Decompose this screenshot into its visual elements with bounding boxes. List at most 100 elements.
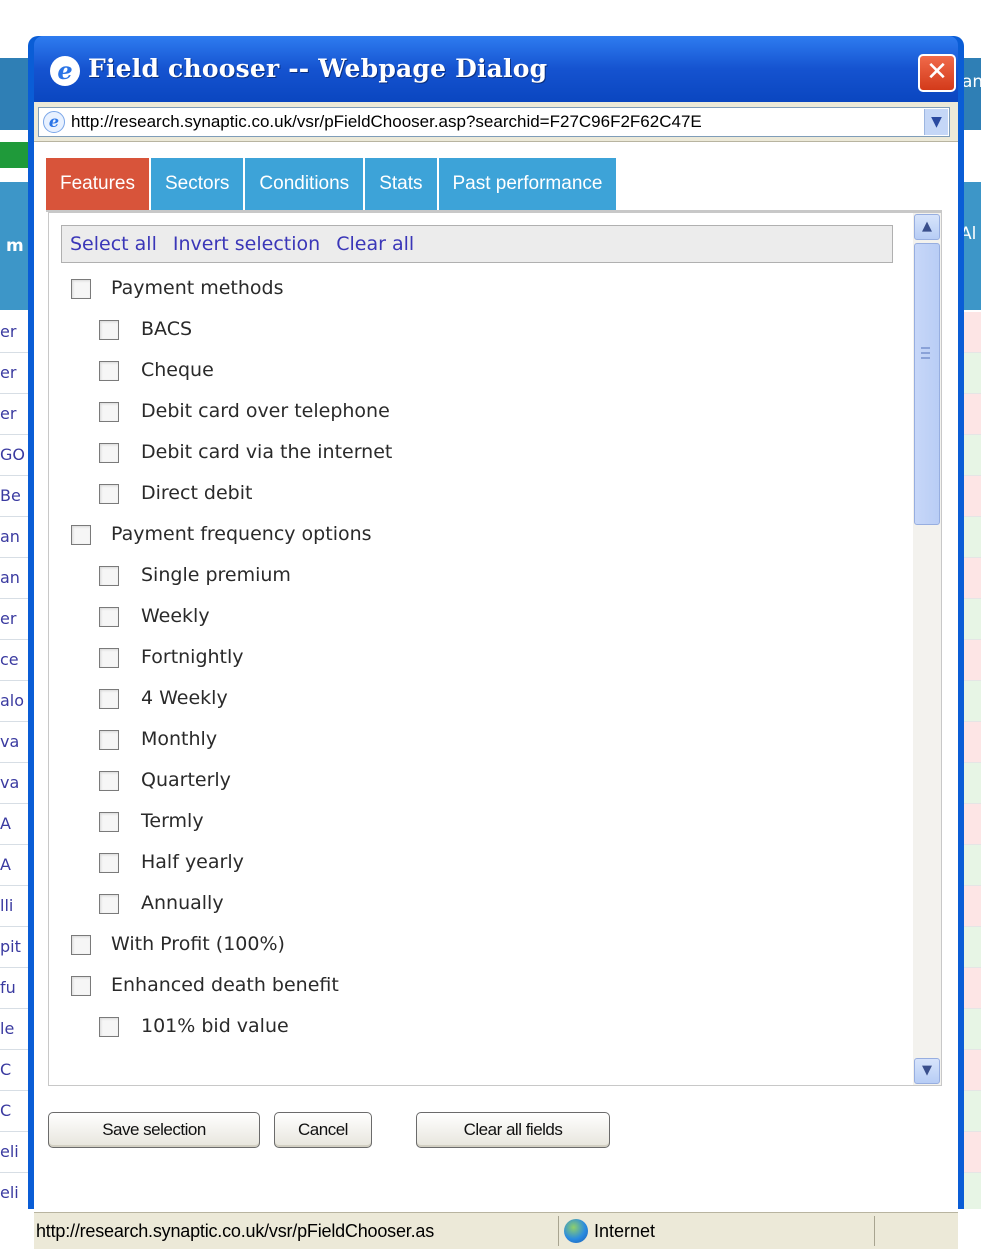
option-row[interactable]: BACS (49, 308, 913, 349)
background-top-text: an (962, 72, 981, 92)
vertical-scrollbar[interactable]: ▲ ▼ (913, 213, 941, 1085)
option-label: Payment frequency options (111, 523, 372, 545)
field-chooser-dialog: e Field chooser -- Webpage Dialog ✕ e ht… (28, 36, 964, 1249)
option-label: BACS (141, 318, 193, 340)
selection-toolbar: Select all Invert selection Clear all (61, 225, 893, 263)
option-row[interactable]: Monthly (49, 718, 913, 759)
background-row-cell (962, 968, 981, 1009)
option-label: Monthly (141, 728, 218, 750)
background-row-cell (962, 1050, 981, 1091)
option-row[interactable]: 101% bid value (49, 1005, 913, 1046)
tab-bar: Features Sectors Conditions Stats Past perfo… (46, 158, 619, 210)
option-row[interactable]: Debit card via the internet (49, 431, 913, 472)
tab-sectors[interactable]: Sectors (150, 158, 246, 210)
close-button[interactable]: ✕ (918, 54, 956, 92)
option-checkbox[interactable] (99, 402, 119, 422)
background-row-cell (962, 435, 981, 476)
option-label: Termly (141, 810, 204, 832)
option-checkbox[interactable] (99, 812, 119, 832)
url-field[interactable]: e http://research.synaptic.co.uk/vsr/pFi… (38, 107, 950, 137)
option-checkbox[interactable] (99, 607, 119, 627)
option-label: Quarterly (141, 769, 231, 791)
option-label: With Profit (100%) (111, 933, 285, 955)
background-row-cell (962, 927, 981, 968)
status-bar: http://research.synaptic.co.uk/vsr/pFiel… (34, 1212, 958, 1249)
option-row[interactable]: Debit card over telephone (49, 390, 913, 431)
select-all-link[interactable]: Select all (70, 233, 157, 255)
tab-conditions[interactable]: Conditions (245, 158, 366, 210)
ie-icon: e (50, 56, 80, 86)
tab-past-performance[interactable]: Past performance (438, 158, 619, 210)
option-checkbox[interactable] (99, 853, 119, 873)
background-row-cell (962, 722, 981, 763)
option-row[interactable]: Single premium (49, 554, 913, 595)
scroll-grip-icon (921, 347, 930, 359)
globe-icon (564, 1219, 588, 1243)
option-checkbox[interactable] (99, 689, 119, 709)
tab-stats[interactable]: Stats (365, 158, 439, 210)
option-label: Direct debit (141, 482, 253, 504)
option-checkbox[interactable] (99, 894, 119, 914)
background-row-cell (962, 517, 981, 558)
option-row[interactable]: Cheque (49, 349, 913, 390)
background-row-cell (962, 845, 981, 886)
option-checkbox[interactable] (99, 320, 119, 340)
cancel-button[interactable]: Cancel (274, 1112, 372, 1148)
background-row-cell (962, 394, 981, 435)
option-checkbox[interactable] (99, 730, 119, 750)
clear-all-fields-button[interactable]: Clear all fields (416, 1112, 610, 1148)
option-row[interactable]: With Profit (100%) (49, 923, 913, 964)
background-row-cell (962, 1132, 981, 1173)
option-row[interactable]: Fortnightly (49, 636, 913, 677)
option-checkbox[interactable] (99, 484, 119, 504)
option-checkbox[interactable] (99, 648, 119, 668)
url-text: http://research.synaptic.co.uk/vsr/pFiel… (71, 112, 702, 131)
option-row[interactable]: Enhanced death benefit (49, 964, 913, 1005)
background-row-cell (962, 763, 981, 804)
option-row[interactable]: Payment methods (49, 267, 913, 308)
option-checkbox[interactable] (99, 566, 119, 586)
option-label: Half yearly (141, 851, 244, 873)
background-row-cell (962, 1091, 981, 1132)
save-selection-button[interactable]: Save selection (48, 1112, 260, 1148)
option-row[interactable]: Termly (49, 800, 913, 841)
option-checkbox[interactable] (99, 771, 119, 791)
security-zone: Internet (594, 1221, 656, 1241)
option-checkbox[interactable] (99, 443, 119, 463)
scroll-thumb[interactable] (914, 243, 940, 525)
option-label: Annually (141, 892, 224, 914)
tab-features[interactable]: Features (46, 158, 151, 210)
option-checkbox[interactable] (71, 935, 91, 955)
background-row-cell (962, 476, 981, 517)
scroll-down-icon[interactable]: ▼ (914, 1058, 940, 1084)
option-row[interactable]: Weekly (49, 595, 913, 636)
option-label: Debit card via the internet (141, 441, 393, 463)
background-row-cell (962, 558, 981, 599)
status-url: http://research.synaptic.co.uk/vsr/pFiel… (36, 1221, 434, 1241)
option-row[interactable]: Quarterly (49, 759, 913, 800)
invert-selection-link[interactable]: Invert selection (173, 233, 320, 255)
dialog-title: Field chooser -- Webpage Dialog (88, 54, 548, 83)
background-header-cell: m (6, 236, 24, 256)
option-checkbox[interactable] (71, 976, 91, 996)
scroll-up-icon[interactable]: ▲ (914, 214, 940, 240)
dialog-content: Features Sectors Conditions Stats Past perfo… (34, 142, 958, 1249)
option-checkbox[interactable] (99, 1017, 119, 1037)
background-row-cell (962, 599, 981, 640)
option-row[interactable]: Half yearly (49, 841, 913, 882)
dialog-title-bar[interactable]: e Field chooser -- Webpage Dialog ✕ (34, 36, 958, 102)
background-row-cell (962, 640, 981, 681)
option-checkbox[interactable] (71, 525, 91, 545)
option-row[interactable]: 4 Weekly (49, 677, 913, 718)
background-row-cell (962, 353, 981, 394)
clear-all-link[interactable]: Clear all (336, 233, 414, 255)
option-row[interactable]: Payment frequency options (49, 513, 913, 554)
option-checkbox[interactable] (99, 361, 119, 381)
option-row[interactable]: Annually (49, 882, 913, 923)
option-row[interactable]: Direct debit (49, 472, 913, 513)
chevron-down-icon[interactable]: ▼ (924, 109, 948, 135)
option-label: Payment methods (111, 277, 284, 299)
background-row-cell (962, 1173, 981, 1209)
option-label: Cheque (141, 359, 214, 381)
option-checkbox[interactable] (71, 279, 91, 299)
